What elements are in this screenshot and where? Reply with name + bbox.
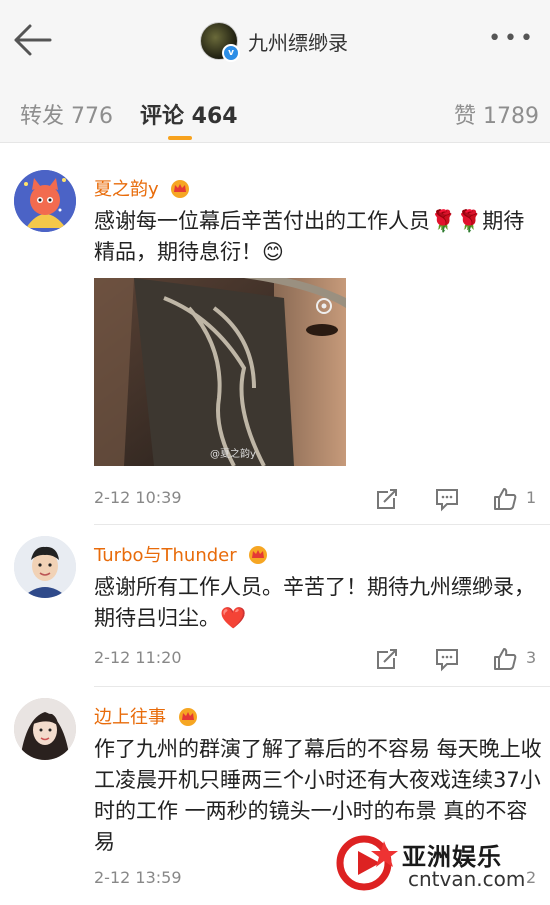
account-avatar[interactable]: v bbox=[200, 22, 240, 62]
repost-icon[interactable] bbox=[374, 486, 400, 512]
reply-icon[interactable] bbox=[434, 486, 460, 512]
comment-meta: 2-12 10:39 1 bbox=[94, 486, 542, 512]
like-count: 3 bbox=[526, 648, 537, 667]
crown-badge-icon bbox=[171, 180, 190, 198]
comment-text: 感谢所有工作人员。辛苦了！期待九州缥缈录，期待吕归尘。❤️ bbox=[94, 575, 535, 630]
page-title: 九州缥缈录 bbox=[248, 30, 348, 55]
tab-bar: 转发 776 评论 464 赞 1789 bbox=[0, 80, 550, 143]
site-watermark: 亚洲娱乐 cntvan.com bbox=[336, 829, 546, 899]
like-icon[interactable] bbox=[492, 486, 518, 512]
header-title-group[interactable]: v 九州缥缈录 bbox=[200, 22, 348, 62]
comment-text: 感谢每一位幕后辛苦付出的工作人员🌹🌹期待精品，期待息衍！😊 bbox=[94, 209, 525, 264]
crown-badge-icon bbox=[249, 546, 268, 564]
like-count: 1 bbox=[526, 488, 537, 507]
repost-icon[interactable] bbox=[374, 646, 400, 672]
watermark-logo-icon bbox=[336, 835, 398, 891]
comment-time: 2-12 13:59 bbox=[94, 868, 182, 887]
active-tab-indicator bbox=[168, 136, 192, 140]
comment-image[interactable]: @夏之韵y bbox=[94, 278, 346, 466]
top-bar: v 九州缥缈录 ••• bbox=[0, 0, 550, 80]
image-caption: @夏之韵y bbox=[210, 449, 256, 460]
like-icon[interactable] bbox=[492, 646, 518, 672]
verified-badge-icon: v bbox=[222, 44, 240, 62]
username-text[interactable]: Turbo与Thunder bbox=[94, 545, 237, 566]
avatar[interactable] bbox=[14, 536, 76, 598]
username-text[interactable]: 夏之韵y bbox=[94, 179, 159, 200]
watermark-url: cntvan.com bbox=[408, 867, 526, 891]
crown-badge-icon bbox=[178, 708, 197, 726]
comment-meta: 2-12 11:20 3 bbox=[94, 646, 542, 672]
more-options-icon[interactable]: ••• bbox=[488, 26, 536, 51]
reply-icon[interactable] bbox=[434, 646, 460, 672]
comment-time: 2-12 10:39 bbox=[94, 488, 182, 507]
comment-username[interactable]: 夏之韵y bbox=[94, 175, 192, 201]
comment-time: 2-12 11:20 bbox=[94, 648, 182, 667]
avatar[interactable] bbox=[14, 170, 76, 232]
comment-username[interactable]: 边上往事 bbox=[94, 703, 200, 729]
back-arrow-icon[interactable] bbox=[12, 22, 52, 58]
tab-likes[interactable]: 赞 1789 bbox=[454, 98, 539, 130]
avatar[interactable] bbox=[14, 698, 76, 760]
tab-reposts[interactable]: 转发 776 bbox=[20, 98, 113, 130]
username-text[interactable]: 边上往事 bbox=[94, 707, 166, 728]
divider bbox=[94, 524, 550, 525]
tab-comments[interactable]: 评论 464 bbox=[140, 98, 238, 130]
comment-username[interactable]: Turbo与Thunder bbox=[94, 541, 270, 567]
divider bbox=[94, 686, 550, 687]
